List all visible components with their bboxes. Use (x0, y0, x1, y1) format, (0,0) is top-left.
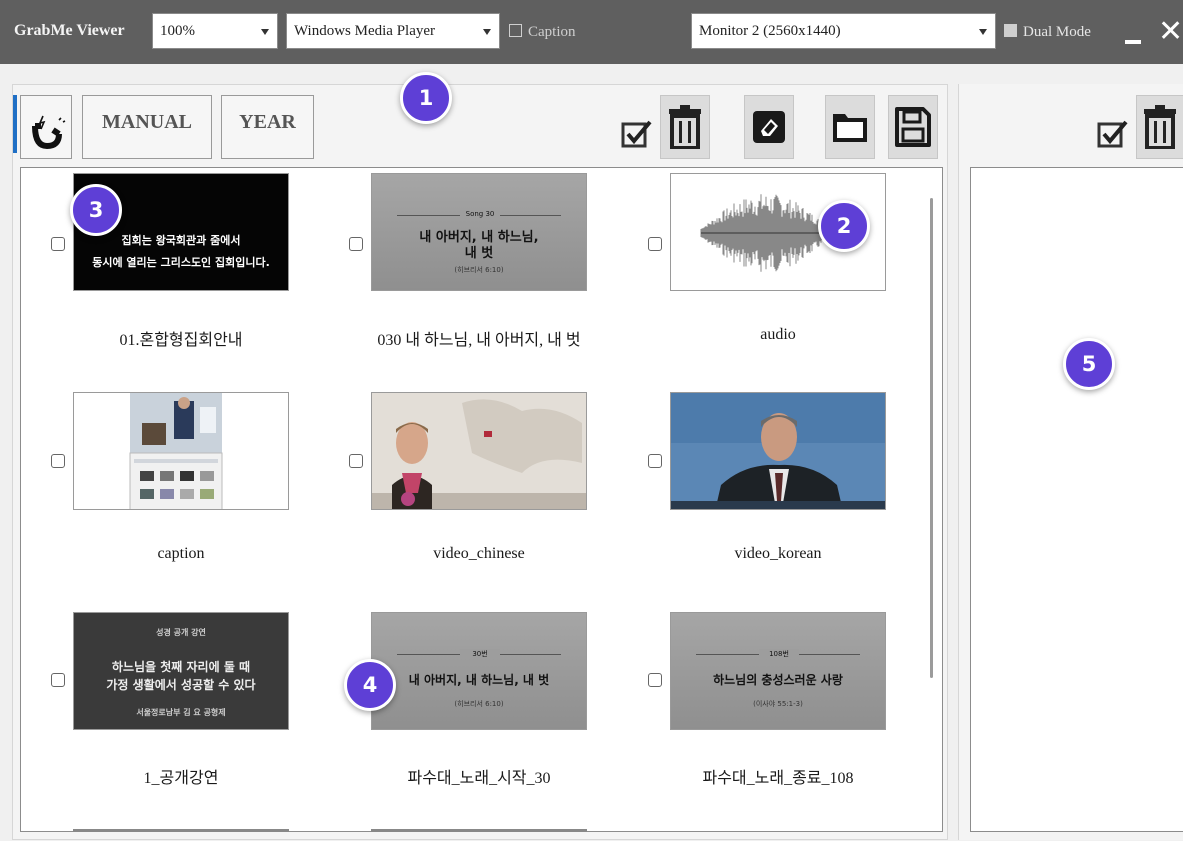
item-checkbox[interactable] (51, 237, 65, 251)
title-bar: GrabMe Viewer 100% Windows Media Player … (0, 0, 1183, 64)
annotation-badge: 1 (400, 72, 452, 124)
presenter-video-image (671, 393, 885, 509)
thumb-text: 하느님의 충성스러운 사랑 (713, 673, 843, 687)
thumb-sub: 서울정로남부 김 요 공형제 (136, 708, 226, 717)
year-button[interactable]: YEAR (221, 95, 314, 159)
open-folder-button[interactable] (825, 95, 875, 159)
thumb-text: 내 벗 (464, 246, 494, 261)
close-icon[interactable]: ✕ (1158, 14, 1183, 50)
screenshot-preview-image (129, 393, 223, 509)
floppy-disk-icon (895, 107, 931, 147)
presenter-video-image (372, 393, 586, 509)
save-button[interactable] (888, 95, 938, 159)
thumb-sub: (이사야 55:1-3) (753, 700, 803, 708)
magnet-button[interactable] (20, 95, 72, 159)
item-checkbox[interactable] (349, 237, 363, 251)
item-name: caption (157, 545, 205, 562)
playlist-area (970, 167, 1183, 832)
item-checkbox[interactable] (51, 454, 65, 468)
minimize-icon[interactable] (1125, 40, 1141, 44)
folder-icon (833, 114, 867, 142)
delete-button[interactable] (660, 95, 710, 159)
thumbnail-6[interactable]: 성경 공개 강연 하느님을 첫째 자리에 둘 때 가정 생활에서 성공할 수 있… (73, 612, 289, 730)
dual-mode-toggle[interactable]: Dual Mode (1004, 24, 1091, 41)
manual-label: MANUAL (102, 111, 192, 133)
player-value: Windows Media Player (294, 23, 436, 39)
thumb-text: 집회는 왕국회관과 줌에서 (121, 234, 241, 247)
clear-button[interactable] (744, 95, 794, 159)
item-checkbox[interactable] (349, 454, 363, 468)
magnet-icon (32, 115, 66, 150)
trash-icon (1144, 105, 1176, 149)
thumb-header: Song 30 (460, 210, 500, 218)
thumb-text: 가정 생활에서 성공할 수 있다 (106, 678, 256, 692)
item-name: video_korean (734, 545, 822, 562)
thumb-text: 동시에 열리는 그리스도인 집회입니다. (92, 256, 270, 269)
annotation-badge: 2 (818, 200, 870, 252)
thumb-text: 하느님을 첫째 자리에 둘 때 (111, 660, 251, 674)
caption-label: Caption (528, 24, 576, 40)
select-all-check-icon[interactable] (1096, 118, 1130, 152)
item-checkbox[interactable] (51, 673, 65, 687)
annotation-badge: 3 (70, 184, 122, 236)
thumb-text: 내 아버지, 내 하느님, 내 벗 (408, 673, 550, 687)
thumbnail-1[interactable]: Song 30 내 아버지, 내 하느님, 내 벗 (히브리서 6:10) (371, 173, 587, 291)
item-checkbox[interactable] (648, 673, 662, 687)
item-checkbox[interactable] (648, 237, 662, 251)
monitor-value: Monitor 2 (2560x1440) (699, 23, 841, 39)
thumb-header: 30번 (460, 649, 500, 659)
thumbnail-7[interactable]: 30번 내 아버지, 내 하느님, 내 벗 (히브리서 6:10) (371, 612, 587, 730)
thumbnail-8[interactable]: 108번 하느님의 충성스러운 사랑 (이사야 55:1-3) (670, 612, 886, 730)
player-select[interactable]: Windows Media Player (286, 13, 500, 49)
caption-toggle[interactable]: Caption (509, 24, 576, 41)
item-name: 01.혼합형집회안내 (119, 332, 243, 349)
item-name: 1_공개강연 (143, 770, 219, 787)
scrollbar-thumb[interactable] (930, 198, 933, 678)
thumb-sub: (히브리서 6:10) (454, 700, 504, 708)
app-title: GrabMe Viewer (14, 22, 125, 39)
item-name: video_chinese (433, 545, 525, 562)
item-name: 파수대_노래_종료_108 (702, 770, 854, 787)
dual-mode-label: Dual Mode (1023, 24, 1091, 40)
selection-accent (13, 95, 17, 153)
thumb-header: 성경 공개 강연 (156, 628, 206, 637)
delete-button[interactable] (1136, 95, 1183, 159)
thumbnail-row-peek (371, 829, 587, 832)
item-name: 030 내 하느님, 내 아버지, 내 벗 (377, 332, 581, 349)
annotation-badge: 4 (344, 659, 396, 711)
manual-button[interactable]: MANUAL (82, 95, 212, 159)
zoom-value: 100% (160, 23, 195, 39)
chevron-down-icon (979, 29, 987, 35)
chevron-down-icon (261, 29, 269, 35)
thumbnail-5[interactable] (670, 392, 886, 510)
select-all-check-icon[interactable] (620, 118, 654, 152)
year-label: YEAR (239, 111, 296, 133)
thumb-header: 108번 (759, 649, 799, 659)
dual-mode-checkbox[interactable] (1004, 24, 1017, 37)
item-checkbox[interactable] (648, 454, 662, 468)
zoom-select[interactable]: 100% (152, 13, 278, 49)
annotation-badge: 5 (1063, 338, 1115, 390)
thumbnail-4[interactable] (371, 392, 587, 510)
thumbnail-row-peek (73, 829, 289, 832)
caption-checkbox[interactable] (509, 24, 522, 37)
chevron-down-icon (483, 29, 491, 35)
thumb-sub: (히브리서 6:10) (454, 266, 504, 274)
thumbnail-3[interactable] (73, 392, 289, 510)
monitor-select[interactable]: Monitor 2 (2560x1440) (691, 13, 996, 49)
item-name: audio (760, 326, 796, 343)
trash-icon (669, 105, 701, 149)
eraser-icon (753, 111, 785, 143)
item-name: 파수대_노래_시작_30 (407, 770, 551, 787)
